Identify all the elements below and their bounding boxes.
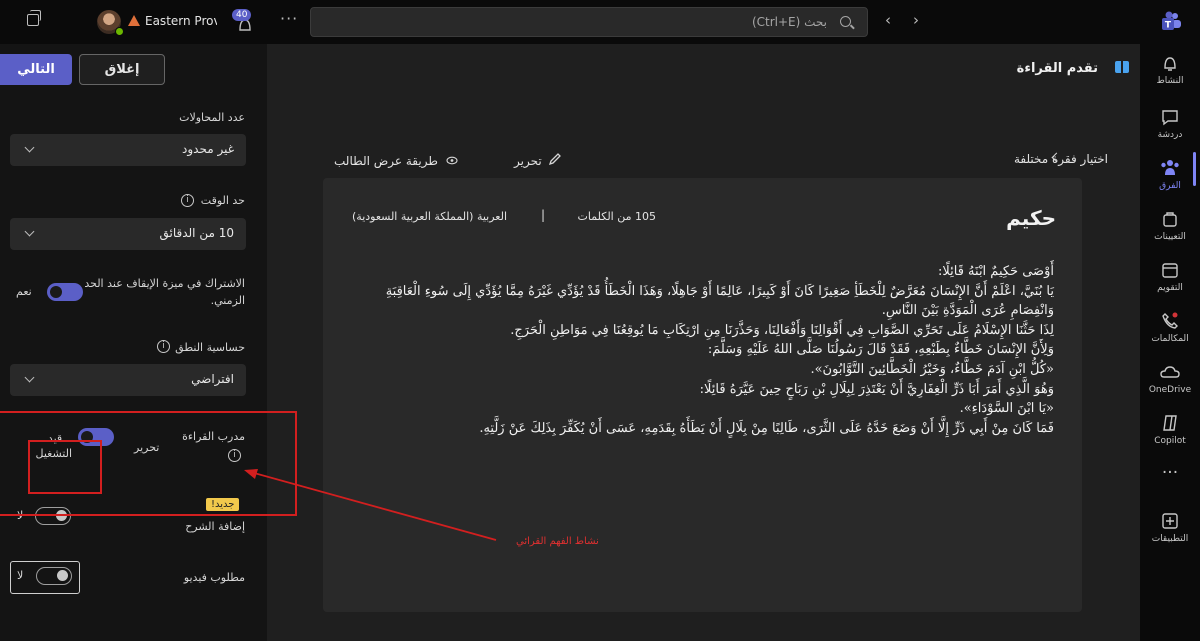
copilot-icon bbox=[1163, 415, 1177, 431]
passage-line: يَا بُنَيَّ، اعْلَمْ أَنَّ الإِنْسَانَ م… bbox=[385, 283, 1054, 319]
more-options-icon[interactable]: ··· bbox=[280, 11, 298, 27]
eye-icon bbox=[446, 156, 458, 165]
next-button[interactable]: التالي bbox=[0, 54, 72, 85]
rail-label: الفرق bbox=[1159, 181, 1181, 191]
title-bar: Eastern Provi 40 ··· بحث (Ctrl+E) ‹ › T bbox=[0, 0, 1200, 44]
video-required-state: لا bbox=[17, 569, 24, 582]
more-icon: ··· bbox=[1161, 463, 1179, 483]
rail-label: النشاط bbox=[1156, 76, 1184, 86]
info-icon[interactable]: i bbox=[181, 194, 194, 207]
rail-label: التطبيقات bbox=[1151, 534, 1189, 544]
chevron-down-icon bbox=[24, 226, 35, 237]
time-limit-value: 10 من الدقائق bbox=[159, 226, 234, 240]
pencil-icon[interactable] bbox=[548, 152, 562, 166]
pronunciation-value: افتراضي bbox=[191, 372, 234, 386]
chevron-down-icon bbox=[24, 372, 35, 383]
stop-feature-state: نعم bbox=[16, 285, 32, 298]
passage-line: لِذَا حَثَّنَا الإِسْلَامُ عَلَى تَحَرِّ… bbox=[510, 322, 1054, 338]
video-required-label: مطلوب فيديو bbox=[183, 571, 245, 584]
assignments-icon bbox=[1163, 212, 1177, 227]
passage-line: وَلِأَنَّ الإِنْسَانَ خَطَّاءٌ بِطَبْعِه… bbox=[707, 342, 1054, 358]
annotation-label: نشاط الفهم القرائي bbox=[516, 536, 599, 547]
teams-icon bbox=[1161, 160, 1179, 175]
passage-line: «كُلُّ ابْنِ آدَمَ خَطَّاءٌ، وَخَيْرُ ال… bbox=[810, 361, 1054, 377]
rail-label: Copilot bbox=[1154, 436, 1186, 446]
notification-count-badge: 40 bbox=[232, 9, 252, 21]
attempts-value: غير محدود bbox=[182, 142, 234, 156]
app-rail: النشاط دردشة الفرق التعيينات التقويم الم… bbox=[1140, 44, 1200, 641]
rail-label: التقويم bbox=[1157, 283, 1183, 293]
rail-label: المكالمات bbox=[1151, 334, 1189, 344]
reading-progress-icon bbox=[1115, 61, 1129, 73]
presence-available-icon bbox=[115, 27, 124, 36]
add-explanation-label: إضافة الشرح bbox=[185, 520, 245, 533]
student-view-link[interactable]: طريقة عرض الطالب bbox=[334, 154, 438, 168]
search-input[interactable]: بحث (Ctrl+E) bbox=[310, 7, 868, 37]
bell-icon bbox=[1164, 57, 1176, 71]
passage-language: العربية (المملكة العربية السعودية) bbox=[352, 210, 508, 223]
page-title: تقدم القراءة bbox=[1016, 61, 1098, 76]
window-switch-icon[interactable] bbox=[27, 10, 41, 26]
close-button[interactable]: إغلاق bbox=[79, 54, 165, 85]
pronunciation-label: حساسية النطق bbox=[175, 341, 245, 354]
word-count: 105 من الكلمات bbox=[577, 210, 656, 223]
search-icon bbox=[840, 16, 851, 27]
calendar-icon bbox=[1162, 263, 1178, 278]
org-switcher[interactable]: Eastern Provi bbox=[145, 14, 217, 28]
settings-panel: التالي إغلاق عدد المحاولات غير محدود حد … bbox=[0, 44, 267, 641]
page-header: تقدم القراءة bbox=[267, 44, 1140, 96]
rail-item-apps[interactable]: التطبيقات bbox=[1140, 502, 1200, 562]
passage-card: حكيم 105 من الكلمات | العربية (المملكة ا… bbox=[323, 178, 1082, 612]
passage-title: حكيم bbox=[1006, 206, 1056, 230]
apps-icon bbox=[1162, 513, 1178, 529]
edit-link[interactable]: تحرير bbox=[514, 154, 542, 168]
rail-label: التعيينات bbox=[1154, 232, 1186, 242]
info-icon[interactable]: i bbox=[157, 340, 170, 353]
onedrive-icon bbox=[1160, 366, 1180, 378]
passage-text: أَوْصَى حَكِيمٌ ابْنَهُ قَائِلًا: يَا بُ… bbox=[349, 262, 1054, 438]
chat-icon bbox=[1162, 110, 1178, 126]
svg-text:T: T bbox=[1165, 21, 1172, 31]
passage-line: وَهُوَ الَّذِي أَمَرَ أَبَا ذَرٍّ الْغِف… bbox=[699, 381, 1054, 397]
annotation-arrow bbox=[244, 469, 497, 541]
phone-icon bbox=[1162, 312, 1178, 329]
rail-label: دردشة bbox=[1157, 130, 1183, 140]
stop-feature-label: الاشتراك في ميزة الإيقاف عند الحد الزمني… bbox=[84, 277, 245, 307]
rail-item-activity[interactable]: النشاط bbox=[1140, 44, 1200, 104]
rail-label: OneDrive bbox=[1148, 385, 1192, 395]
search-placeholder: بحث (Ctrl+E) bbox=[751, 15, 827, 29]
passage-line: «يَا ابْنَ السَّوْدَاءِ». bbox=[959, 401, 1054, 417]
chevron-down-icon bbox=[24, 142, 35, 153]
teams-logo-icon: T bbox=[1162, 11, 1181, 31]
forward-arrow-icon[interactable]: › bbox=[913, 13, 919, 28]
attempts-label: عدد المحاولات bbox=[179, 111, 245, 124]
video-required-toggle[interactable] bbox=[36, 567, 72, 585]
time-limit-select[interactable]: 10 من الدقائق bbox=[10, 218, 246, 250]
attempts-select[interactable]: غير محدود bbox=[10, 134, 246, 166]
passage-line: أَوْصَى حَكِيمٌ ابْنَهُ قَائِلًا: bbox=[937, 264, 1054, 279]
annotation-toggle-box bbox=[28, 440, 102, 494]
choose-passage-link[interactable]: اختيار فقرة مختلفة bbox=[1014, 152, 1108, 166]
back-arrow-icon[interactable]: ‹ bbox=[885, 13, 891, 28]
warning-icon bbox=[128, 15, 140, 26]
pronunciation-select[interactable]: افتراضي bbox=[10, 364, 246, 396]
passage-line: فَمَا كَانَ مِنْ أَبِي ذَرٍّ إِلَّا أَنْ… bbox=[479, 420, 1054, 436]
meta-separator: | bbox=[541, 208, 546, 222]
stop-feature-toggle[interactable] bbox=[47, 283, 83, 301]
time-limit-label: حد الوقت bbox=[200, 194, 245, 207]
rail-active-indicator bbox=[1193, 152, 1196, 186]
